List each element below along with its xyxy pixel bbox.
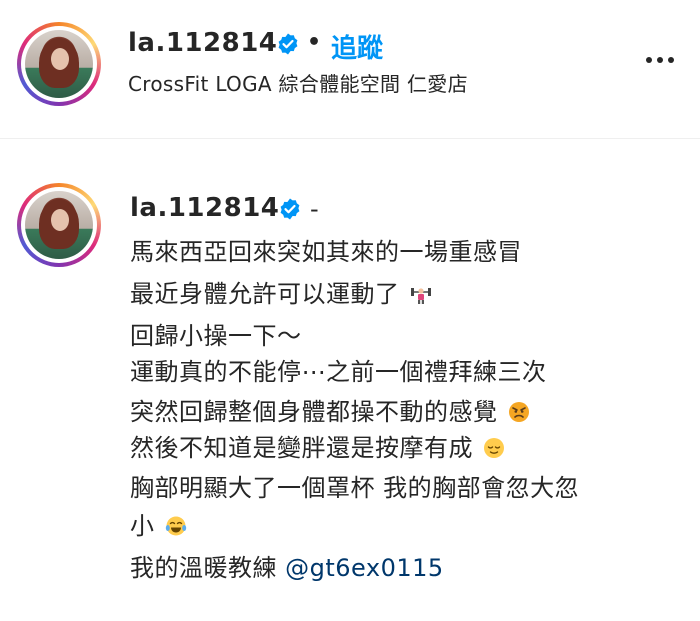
verified-badge-icon — [278, 33, 298, 55]
avatar-photo — [25, 191, 93, 259]
header-divider — [0, 138, 700, 139]
caption-line: 然後不知道是變胖還是按摩有成 — [130, 428, 505, 463]
mention-link[interactable]: @gt6ex0115 — [285, 554, 444, 582]
caption-avatar[interactable] — [17, 183, 101, 267]
post-header: la.112814 • 追蹤 CrossFit LOGA 綜合體能空間 仁愛店 — [0, 0, 700, 140]
caption-line: 運動真的不能停⋯之前一個禮拜練三次 — [130, 358, 547, 386]
caption-dash: - — [310, 195, 320, 223]
more-options-icon[interactable] — [640, 55, 680, 69]
caption-line: 最近身體允許可以運動了 — [130, 274, 432, 309]
verified-badge-icon — [280, 198, 300, 220]
weightlifter-emoji-icon — [410, 288, 431, 304]
follow-button[interactable]: 追蹤 — [331, 28, 383, 65]
angry-face-emoji-icon — [508, 402, 529, 422]
caption-line: 突然回歸整個身體都操不動的感覺 — [130, 392, 530, 427]
caption-line: 小 — [130, 506, 187, 541]
header-username[interactable]: la.112814 — [128, 28, 277, 58]
caption-line: 胸部明顯大了一個罩杯 我的胸部會忽大忽 — [130, 474, 580, 502]
caption-line: 回歸小操一下～ — [130, 322, 302, 350]
location-link[interactable]: CrossFit LOGA 綜合體能空間 仁愛店 — [128, 68, 468, 97]
tears-of-joy-emoji-icon — [165, 516, 186, 536]
avatar-photo — [25, 30, 93, 98]
caption-username[interactable]: la.112814 — [130, 193, 279, 223]
caption-line: 馬來西亞回來突如其來的一場重感冒 — [130, 238, 522, 266]
header-avatar[interactable] — [17, 22, 101, 106]
relieved-face-emoji-icon — [484, 438, 505, 458]
header-separator: • — [307, 30, 322, 55]
caption-line: 我的溫暖教練 @gt6ex0115 — [130, 554, 444, 582]
